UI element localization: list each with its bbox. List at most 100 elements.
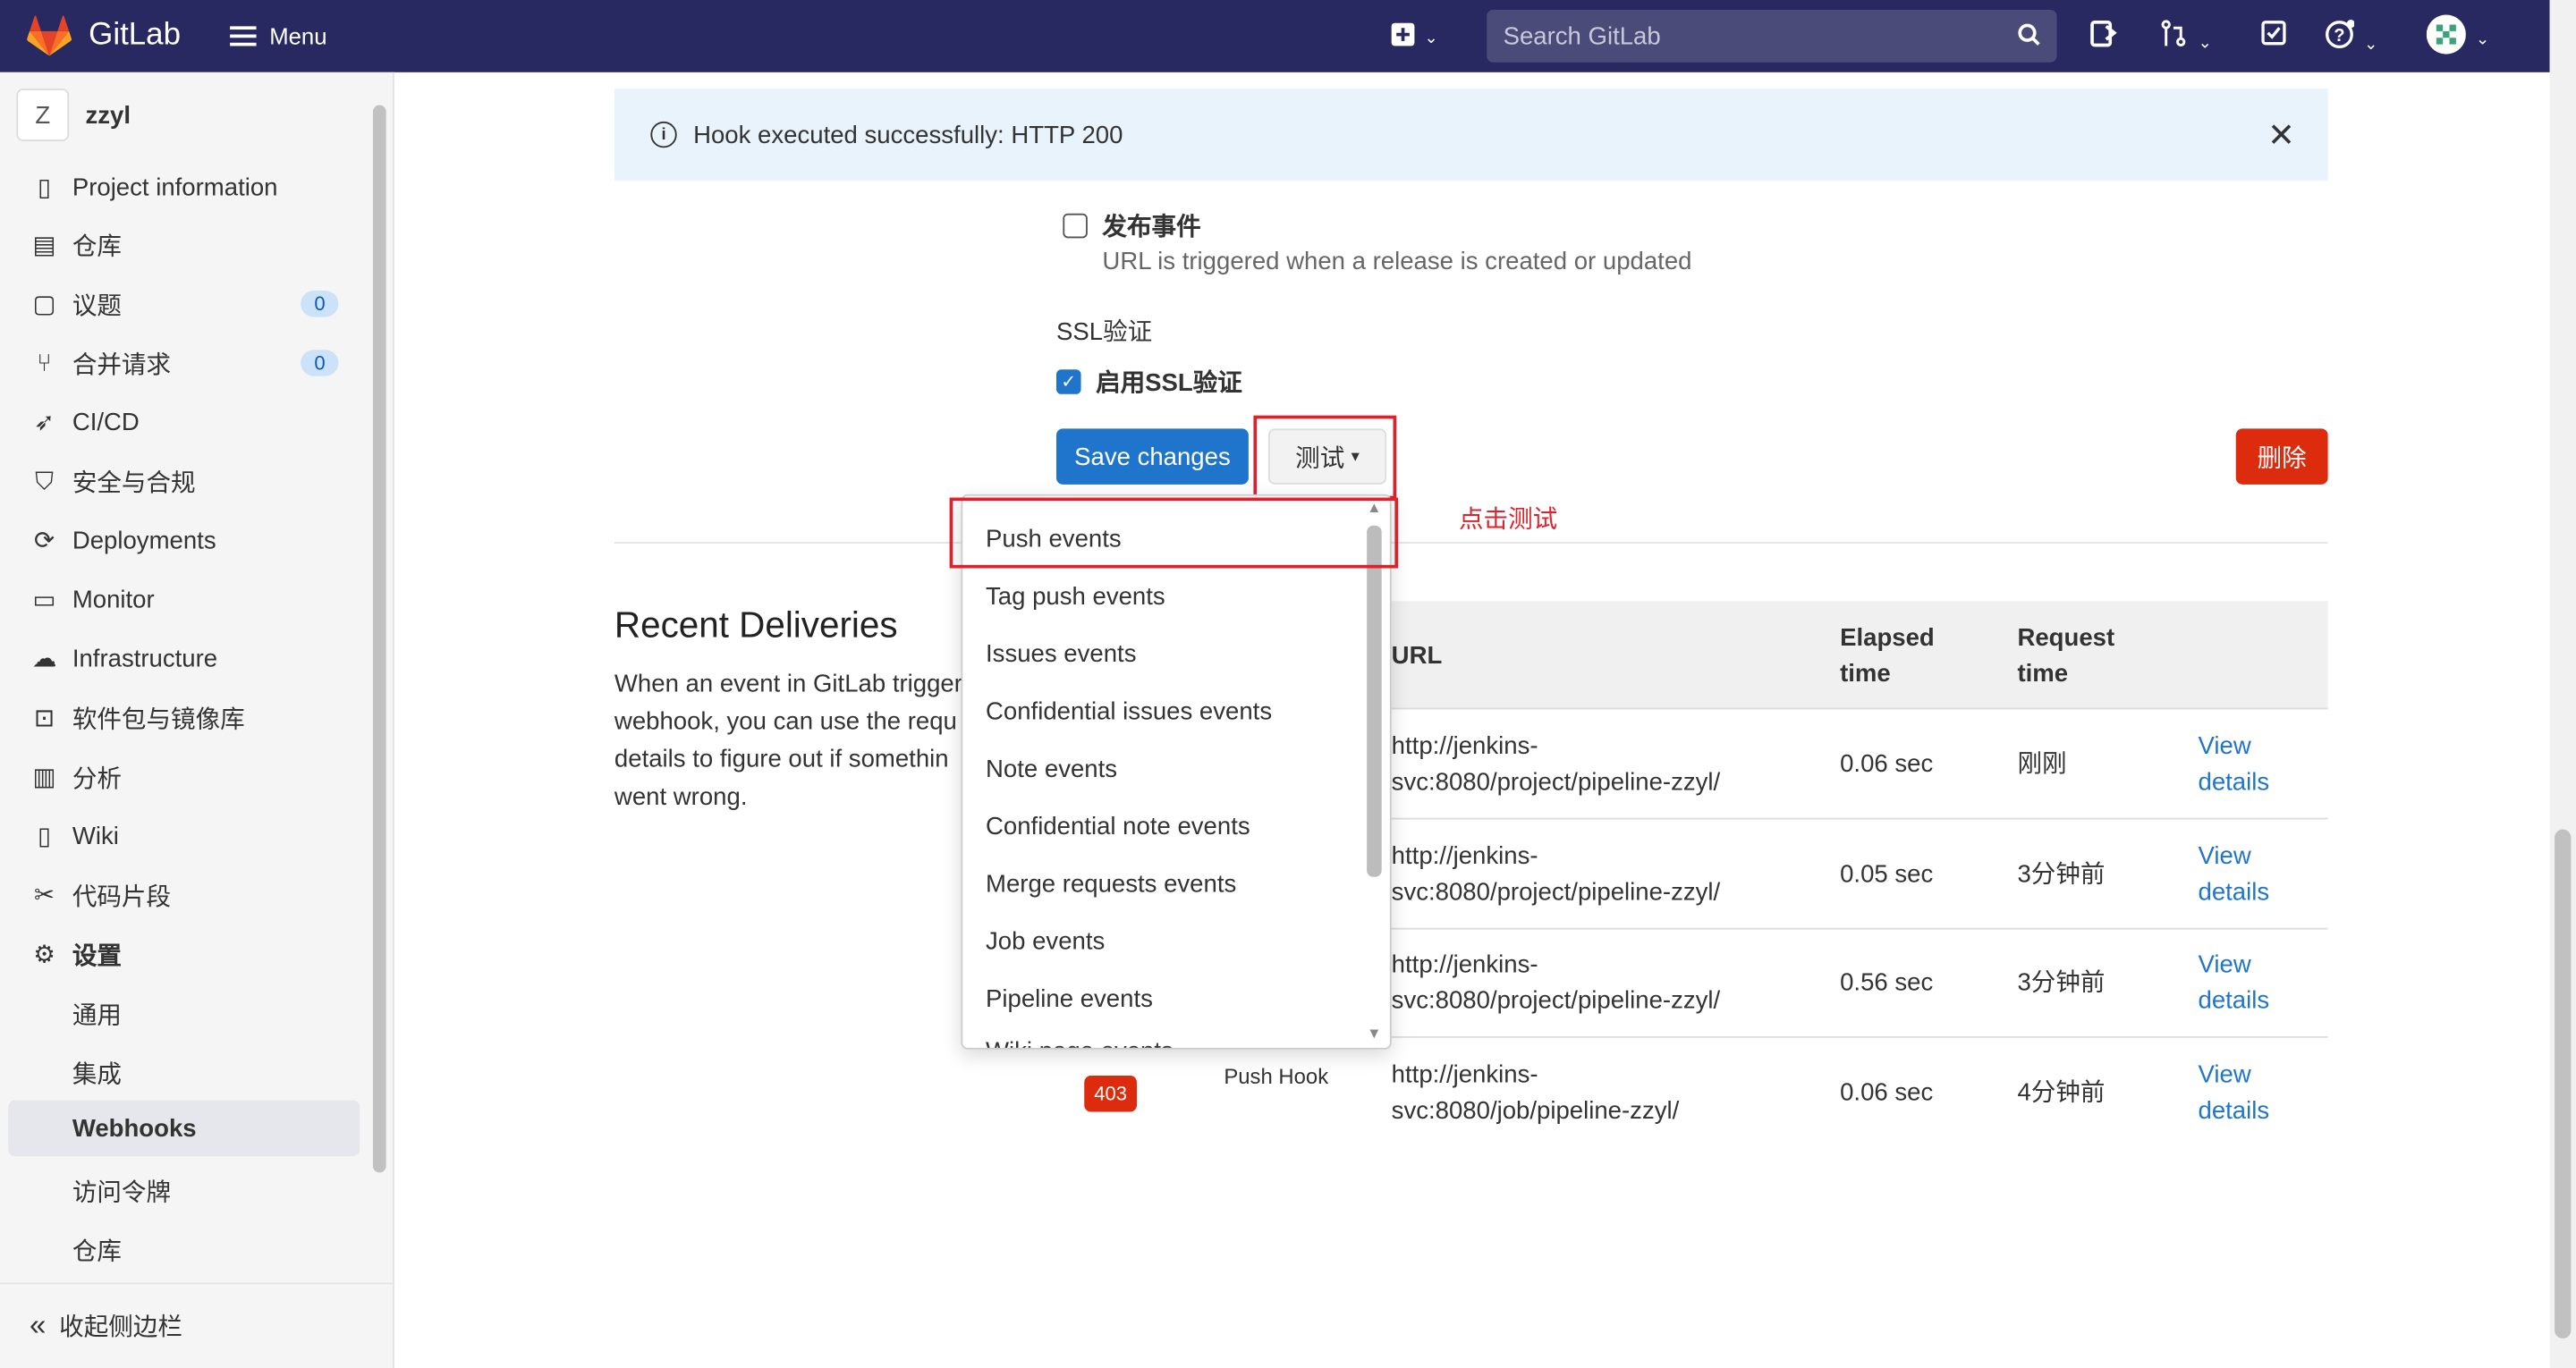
sidebar-subitem-integrations[interactable]: 集成 <box>72 1056 122 1091</box>
double-chevron-left-icon: « <box>30 1308 47 1342</box>
header-elapsed-time: Elapsed time <box>1840 623 1935 688</box>
dropdown-item-note-events[interactable]: Note events <box>986 756 1117 783</box>
view-details-link[interactable]: View details <box>2199 729 2281 801</box>
release-events-checkbox[interactable] <box>1063 213 1088 239</box>
search-input[interactable]: Search GitLab <box>1487 10 2057 63</box>
sidebar-item-merge-requests[interactable]: ⑂ 合并请求 0 <box>0 335 371 391</box>
user-avatar-button[interactable]: ⌄ <box>2426 14 2490 61</box>
chevron-down-icon: ⌄ <box>1424 30 1438 48</box>
sidebar-item-label: 设置 <box>72 942 122 970</box>
dropdown-item-wiki-page-events[interactable]: Wiki page events <box>986 1038 1174 1048</box>
sidebar-item-snippets[interactable]: ✂ 代码片段 <box>0 867 371 923</box>
release-events-label: 发布事件 <box>1102 213 1201 241</box>
cloud-icon: ☁ <box>31 645 57 674</box>
info-icon: i <box>650 121 677 148</box>
help-nav-button[interactable]: ? ⌄ <box>2325 20 2377 55</box>
collapse-sidebar-button[interactable]: « 收起侧边栏 <box>0 1282 394 1368</box>
row-request-time: 3分钟前 <box>2017 860 2106 889</box>
status-badge: 403 <box>1084 1076 1137 1112</box>
hamburger-icon <box>230 26 257 46</box>
merge-requests-nav-button[interactable]: ⌄ <box>2160 20 2212 55</box>
dropdown-item-job-events[interactable]: Job events <box>986 928 1105 956</box>
new-item-button[interactable]: ⌄ <box>1391 20 1438 49</box>
dropdown-item-merge-requests-events[interactable]: Merge requests events <box>986 870 1236 898</box>
doc-icon: ▤ <box>32 231 56 260</box>
chart-icon: ▥ <box>32 764 56 792</box>
view-details-link[interactable]: View details <box>2199 840 2281 912</box>
dropdown-scrollbar[interactable] <box>1367 525 1382 877</box>
row-url: http://jenkins-svc:8080/project/pipeline… <box>1391 732 1721 797</box>
page-scrollbar[interactable] <box>2549 0 2576 1368</box>
section-divider <box>614 542 2328 544</box>
sidebar-item-issues[interactable]: ▢ 议题 0 <box>0 276 371 332</box>
sidebar-item-infrastructure[interactable]: ☁ Infrastructure <box>0 630 371 686</box>
dropdown-item-tag-push-events[interactable]: Tag push events <box>986 583 1165 611</box>
row-request-time: 刚刚 <box>2017 750 2067 779</box>
search-placeholder: Search GitLab <box>1503 21 1661 51</box>
row-elapsed: 0.05 sec <box>1840 860 1934 889</box>
sidebar-item-label: 仓库 <box>72 232 122 261</box>
menu-label: Menu <box>269 22 327 50</box>
chevron-down-icon: ⌄ <box>2198 34 2212 53</box>
issues-icon: ▢ <box>32 291 56 319</box>
sidebar-item-label: Monitor <box>72 585 155 614</box>
chevron-down-icon: ⌄ <box>2475 30 2490 50</box>
sidebar-subitem-webhooks[interactable]: Webhooks <box>72 1115 197 1143</box>
sidebar-item-monitor[interactable]: ▭ Monitor <box>0 571 371 627</box>
brand-name: GitLab <box>89 18 182 53</box>
gitlab-logo[interactable]: GitLab <box>26 15 181 58</box>
sidebar-subitem-general[interactable]: 通用 <box>72 997 122 1032</box>
help-icon: ? <box>2326 20 2355 48</box>
sidebar-item-label: 分析 <box>72 764 122 793</box>
row-url: http://jenkins-svc:8080/project/pipeline… <box>1391 950 1721 1016</box>
scroll-down-icon[interactable]: ▼ <box>1367 1025 1381 1041</box>
dropdown-item-confidential-issues-events[interactable]: Confidential issues events <box>986 698 1272 726</box>
ssl-verification-checkbox[interactable]: ✓ <box>1055 369 1081 394</box>
sidebar-item-repository[interactable]: ▤ 仓库 <box>0 216 371 272</box>
issues-icon <box>2090 20 2117 47</box>
dropdown-item-issues-events[interactable]: Issues events <box>986 640 1136 668</box>
ssl-verification-heading: SSL验证 <box>1055 318 1153 347</box>
sidebar-subitem-access-tokens[interactable]: 访问令牌 <box>72 1174 171 1209</box>
monitor-icon: ▭ <box>32 586 56 614</box>
sidebar-item-label: CI/CD <box>72 408 140 436</box>
row-url: http://jenkins-svc:8080/job/pipeline-zzy… <box>1391 1060 1680 1126</box>
top-navbar: GitLab Menu ⌄ Search GitLab ⌄ ? ⌄ ⌄ <box>0 0 2550 72</box>
sidebar-item-settings[interactable]: ⚙ 设置 <box>0 926 371 982</box>
close-icon[interactable]: ✕ <box>2267 114 2295 156</box>
package-icon: ⊡ <box>34 704 55 733</box>
sidebar-item-analytics[interactable]: ▥ 分析 <box>0 749 371 805</box>
collapse-sidebar-label: 收起侧边栏 <box>59 1313 182 1342</box>
tanuki-icon <box>27 15 72 56</box>
row-elapsed: 0.06 sec <box>1840 750 1934 779</box>
menu-button[interactable]: Menu <box>230 22 327 50</box>
sidebar-item-cicd[interactable]: ➶ CI/CD <box>0 394 371 450</box>
sidebar-project-header[interactable]: Z zzyl <box>16 89 131 141</box>
sidebar-item-label: 议题 <box>72 291 122 320</box>
info-icon: ▯ <box>37 173 52 202</box>
sidebar-item-label: Project information <box>72 173 278 201</box>
shield-icon: ⛉ <box>35 467 54 495</box>
merge-request-icon: ⑂ <box>37 349 52 377</box>
sidebar-item-security[interactable]: ⛉ 安全与合规 <box>0 453 371 509</box>
deployments-icon: ⟳ <box>34 527 55 555</box>
view-details-link[interactable]: View details <box>2199 948 2281 1020</box>
sidebar-item-project-information[interactable]: ▯ Project information <box>0 159 371 215</box>
dropdown-item-pipeline-events[interactable]: Pipeline events <box>986 985 1153 1013</box>
sidebar-subitem-repository[interactable]: 仓库 <box>72 1233 122 1268</box>
svg-text:?: ? <box>2334 26 2344 46</box>
todos-nav-button[interactable] <box>2260 20 2286 53</box>
page-scrollbar-thumb[interactable] <box>2555 829 2572 1338</box>
sidebar-item-deployments[interactable]: ⟳ Deployments <box>0 512 371 568</box>
delete-webhook-button[interactable]: 删除 <box>2235 428 2328 485</box>
issues-count-badge: 0 <box>301 291 339 317</box>
sidebar-item-label: 软件包与镜像库 <box>72 705 245 734</box>
sidebar-item-packages[interactable]: ⊡ 软件包与镜像库 <box>0 689 371 745</box>
dropdown-item-confidential-note-events[interactable]: Confidential note events <box>986 813 1250 840</box>
save-changes-button[interactable]: Save changes <box>1055 428 1249 485</box>
sidebar-item-wiki[interactable]: ▯ Wiki <box>0 808 371 864</box>
issues-nav-button[interactable] <box>2089 20 2117 55</box>
sidebar-scrollbar[interactable] <box>372 105 386 1173</box>
view-details-link[interactable]: View details <box>2199 1058 2281 1130</box>
alert-message: Hook executed successfully: HTTP 200 <box>693 120 1123 149</box>
